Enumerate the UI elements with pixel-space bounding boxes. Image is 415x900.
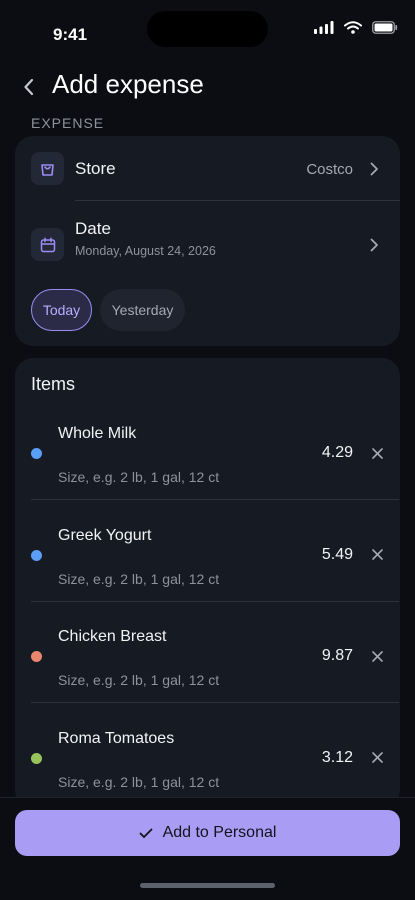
- item-price[interactable]: 9.87: [322, 647, 353, 665]
- category-dot: [31, 549, 42, 561]
- category-dot: [31, 752, 42, 764]
- list-item[interactable]: Greek Yogurt 5.49 Size, e.g. 2 lb, 1 gal, …: [15, 527, 400, 628]
- divider: [31, 600, 399, 602]
- item-name: Roma Tomatoes: [58, 729, 175, 747]
- close-icon: [371, 549, 383, 560]
- item-price[interactable]: 5.49: [322, 546, 353, 564]
- page-title: Add expense: [52, 69, 204, 99]
- add-to-personal-label: Add to Personal: [162, 824, 277, 841]
- date-row[interactable]: Date Monday, August 24, 2026: [15, 201, 400, 286]
- back-button[interactable]: [14, 72, 44, 102]
- remove-item-button[interactable]: [369, 547, 385, 563]
- list-item[interactable]: Chicken Breast 9.87 Size, e.g. 2 lb, 1 gal…: [15, 628, 400, 729]
- date-label: Date: [75, 219, 111, 238]
- date-icon-box: [31, 228, 64, 261]
- items-card: Items Whole Milk 4.29 Size, e.g. 2 lb, 1 g…: [15, 358, 400, 808]
- chevron-left-icon: [24, 78, 34, 96]
- remove-item-button[interactable]: [369, 648, 385, 664]
- remove-item-button[interactable]: [369, 445, 385, 461]
- store-icon-box: [31, 152, 64, 185]
- chip-yesterday[interactable]: Yesterday: [100, 289, 185, 331]
- shopping-bag-icon: [41, 164, 54, 176]
- item-size-input[interactable]: Size, e.g. 2 lb, 1 gal, 12 ct: [58, 469, 219, 485]
- expense-card: Store Costco Date Monday, August 24, 202…: [15, 136, 400, 346]
- remove-item-button[interactable]: [369, 750, 385, 766]
- battery-icon: [372, 20, 398, 34]
- date-value: Monday, August 24, 2026: [75, 244, 216, 258]
- divider: [31, 702, 399, 703]
- close-icon: [371, 447, 383, 459]
- category-dot: [31, 651, 42, 662]
- items-title: Items: [31, 374, 76, 394]
- list-item[interactable]: Whole Milk 4.29 Size, e.g. 2 lb, 1 gal, 12…: [15, 425, 400, 526]
- close-icon: [371, 752, 383, 763]
- checkmark-icon: [139, 828, 152, 838]
- chip-today[interactable]: Today: [31, 289, 92, 331]
- date-chips: Today Yesterday: [31, 289, 185, 331]
- chevron-right-icon: [370, 162, 378, 176]
- store-value: Costco: [306, 161, 353, 178]
- item-name: Greek Yogurt: [58, 526, 152, 544]
- home-indicator: [140, 883, 275, 888]
- signal-icon: [314, 20, 334, 34]
- item-size-input[interactable]: Size, e.g. 2 lb, 1 gal, 12 ct: [58, 672, 219, 688]
- close-icon: [371, 650, 383, 662]
- item-size-input[interactable]: Size, e.g. 2 lb, 1 gal, 12 ct: [58, 774, 219, 790]
- section-label-expense: EXPENSE: [31, 115, 105, 131]
- divider: [31, 499, 399, 500]
- add-to-personal-button[interactable]: Add to Personal: [15, 810, 400, 856]
- item-name: Whole Milk: [58, 425, 137, 442]
- status-time: 9:41: [53, 25, 88, 44]
- calendar-icon: [40, 236, 55, 252]
- dynamic-island: [147, 11, 268, 47]
- wifi-icon: [344, 20, 362, 34]
- header: Add expense: [0, 62, 415, 110]
- status-bar: 9:41: [0, 0, 415, 60]
- status-icons: [314, 19, 398, 35]
- chevron-right-icon: [370, 238, 378, 252]
- item-price[interactable]: 4.29: [322, 444, 353, 462]
- bottom-bar: Add to Personal: [0, 797, 415, 900]
- item-name: Chicken Breast: [58, 628, 167, 645]
- item-size-input[interactable]: Size, e.g. 2 lb, 1 gal, 12 ct: [58, 571, 219, 587]
- store-row[interactable]: Store Costco: [15, 136, 400, 200]
- category-dot: [31, 448, 42, 459]
- item-price[interactable]: 3.12: [322, 749, 353, 767]
- store-label: Store: [75, 159, 116, 178]
